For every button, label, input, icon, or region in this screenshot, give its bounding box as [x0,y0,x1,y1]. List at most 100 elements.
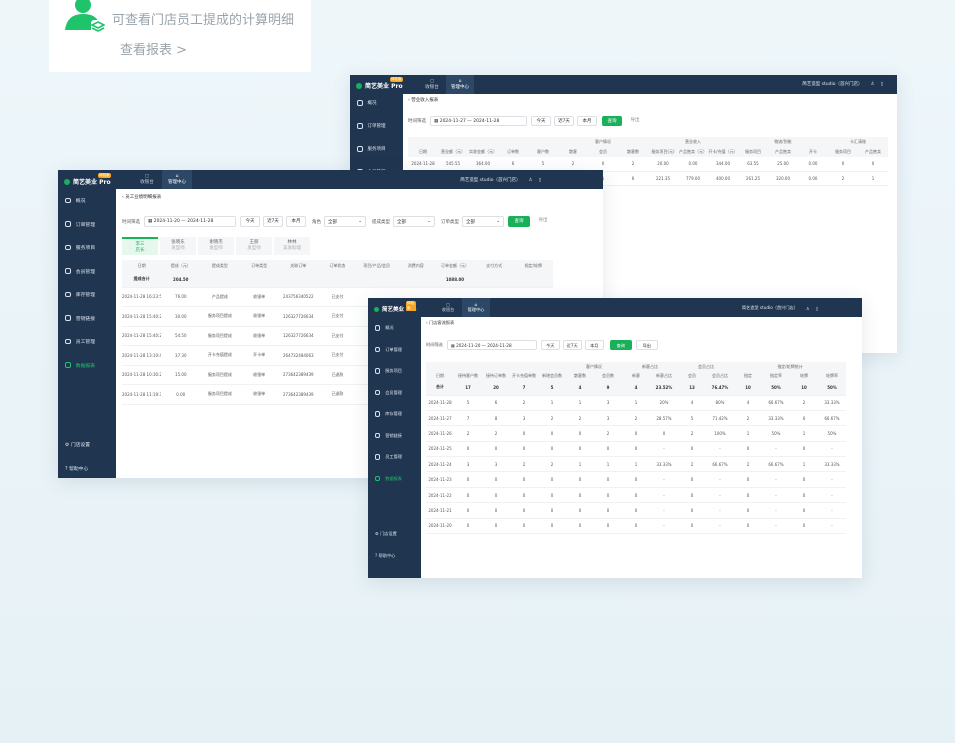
sidebar-item-2[interactable]: 服务项目 [350,146,403,152]
table-cell: 收银单 [239,384,279,405]
table-cell: 0 [510,441,538,458]
user-icon[interactable]: ♙ [806,306,810,311]
staff-tab-3[interactable]: 王丽 发型师 [236,237,272,255]
table-cell: 0 [594,471,622,488]
table-cell: 0 [622,471,650,488]
store-selector[interactable]: 简艺造型 studio（首兴门店） [742,305,798,311]
table-cell: 2024-11-26 [426,425,454,442]
this-month-button[interactable]: 本月 [286,216,306,227]
table-cell: - [818,502,846,519]
column-header: 日期 [122,260,162,272]
sidebar-item-0[interactable]: 概况 [58,197,116,204]
date-range-input[interactable]: ▦ 2024-11-20 — 2024-11-28 [144,216,236,227]
table-cell: 0 [790,487,818,504]
sidebar-item-7[interactable]: 数据报表 [368,476,421,482]
table-cell: - [650,441,678,458]
view-report-link[interactable]: 查看报表 > [120,39,187,58]
sidebar-item-5[interactable]: 营销链接 [368,433,421,439]
sidebar-item-0[interactable]: 概况 [368,325,421,331]
staff-tab-1[interactable]: 张晓东 发型师 [160,237,196,255]
export-button[interactable]: 导出 [635,340,658,350]
query-button[interactable]: 查询 [609,340,632,350]
table-cell: 2024-11-21 [426,502,454,519]
table-cell: 779.00 [678,171,708,186]
sidebar-item-5[interactable]: 营销链接 [58,315,116,322]
sidebar-item-4[interactable]: 库存管理 [58,291,116,298]
column-header: 支付方式 [474,260,514,272]
column-header: 散客数 [618,147,648,157]
staff-tab-4[interactable]: 林林 美发助理 [274,237,310,255]
today-button[interactable]: 今天 [240,216,260,227]
sidebar-item-settings[interactable]: ⚙ 门店设置 [58,441,116,448]
table-cell: 已退款 [317,384,358,405]
table-cell: - [762,441,790,458]
table-cell: 261.25 [738,171,768,186]
query-button[interactable]: 查询 [508,216,530,227]
table-cell: 0 [734,487,762,504]
table-cell: 0 [622,518,650,535]
tab-workbench[interactable]: ▢ 收银台 [434,298,462,317]
table-cell: 0 [538,487,566,504]
sidebar-item-0[interactable]: 概况 [350,100,403,106]
staff-role: 发型师 [209,246,223,251]
this-month-button[interactable]: 本月 [584,340,604,350]
phone-icon[interactable]: ▯ [881,82,883,87]
store-selector[interactable]: 简艺造型 studio（首兴门店） [460,177,520,183]
sidebar-item-help[interactable]: ? 帮助中心 [368,553,421,559]
phone-icon[interactable]: ▯ [539,178,541,183]
table-cell: 0 [594,518,622,535]
table-cell: 5 [528,157,558,172]
table-cell: 2024-11-28 10:30:20 [122,365,162,385]
sidebar-item-1[interactable]: 订单管理 [58,221,116,228]
last-7-days-button[interactable]: 近7天 [263,216,283,227]
date-range-input[interactable]: ▦ 2024-11-27 — 2024-11-28 [430,116,527,126]
phone-icon[interactable]: ▯ [816,306,818,311]
tab-workbench[interactable]: ▢ 收银台 [418,75,446,94]
tab-workbench[interactable]: ▢ 收银台 [132,170,162,189]
today-button[interactable]: 今天 [531,116,551,126]
store-selector[interactable]: 简艺造型 studio（首兴门店） [802,81,862,87]
sidebar-item-3[interactable]: 会员管理 [58,268,116,275]
column-header: 开卡/充值（元） [708,147,738,157]
commission-type-select[interactable]: 全部 ⌄ [393,216,435,227]
table-cell: 2 [618,157,648,172]
date-range-input[interactable]: ▦ 2024-11-20 — 2024-11-28 [446,340,537,350]
sidebar-item-help[interactable]: ? 帮助中心 [58,465,116,472]
last-7-days-button[interactable]: 近7天 [554,116,574,126]
staff-tab-0[interactable]: 李三 店长 [122,237,158,255]
user-icon[interactable]: ♙ [528,178,532,183]
role-select[interactable]: 全部 ⌄ [324,216,366,227]
staff-icon [65,338,71,345]
staff-icon [375,454,381,460]
sidebar-item-2[interactable]: 服务项目 [58,244,116,251]
user-icon[interactable]: ♙ [870,82,874,87]
today-button[interactable]: 今天 [540,340,560,350]
sidebar-item-2[interactable]: 服务项目 [368,368,421,374]
table-cell: 2 [734,456,762,473]
last-7-days-button[interactable]: 近7天 [562,340,582,350]
staff-role: 店长 [135,248,145,253]
table-cell: 0 [482,487,510,504]
sidebar-item-1[interactable]: 订单管理 [368,347,421,353]
table-cell: 2 [594,425,622,442]
table-cell: 0 [510,502,538,519]
order-type-select[interactable]: 全部 ⌄ [462,216,504,227]
sidebar-item-7[interactable]: 数据报表 [58,362,116,369]
tab-admin[interactable]: ⌂ 管理中心 [462,298,490,317]
table-cell: - [818,441,846,458]
query-button[interactable]: 查询 [602,116,622,126]
sidebar-item-4[interactable]: 库存管理 [368,411,421,417]
staff-tab-2[interactable]: 谢晓杰 发型师 [198,237,234,255]
table-cell: 6 [618,171,648,186]
sidebar-item-3[interactable]: 会员管理 [368,390,421,396]
export-button[interactable]: 导出 [625,116,645,126]
export-button[interactable]: 导出 [533,216,553,227]
sidebar-item-1[interactable]: 订单管理 [350,123,403,129]
table-cell: 2024-11-20 [426,518,454,535]
this-month-button[interactable]: 本月 [577,116,597,126]
sidebar-item-settings[interactable]: ⚙ 门店设置 [368,531,421,537]
tab-admin[interactable]: ⌂ 管理中心 [446,75,474,94]
tab-admin[interactable]: ⌂ 管理中心 [162,170,192,189]
sidebar-item-6[interactable]: 员工管理 [58,338,116,345]
sidebar-item-6[interactable]: 员工管理 [368,454,421,460]
